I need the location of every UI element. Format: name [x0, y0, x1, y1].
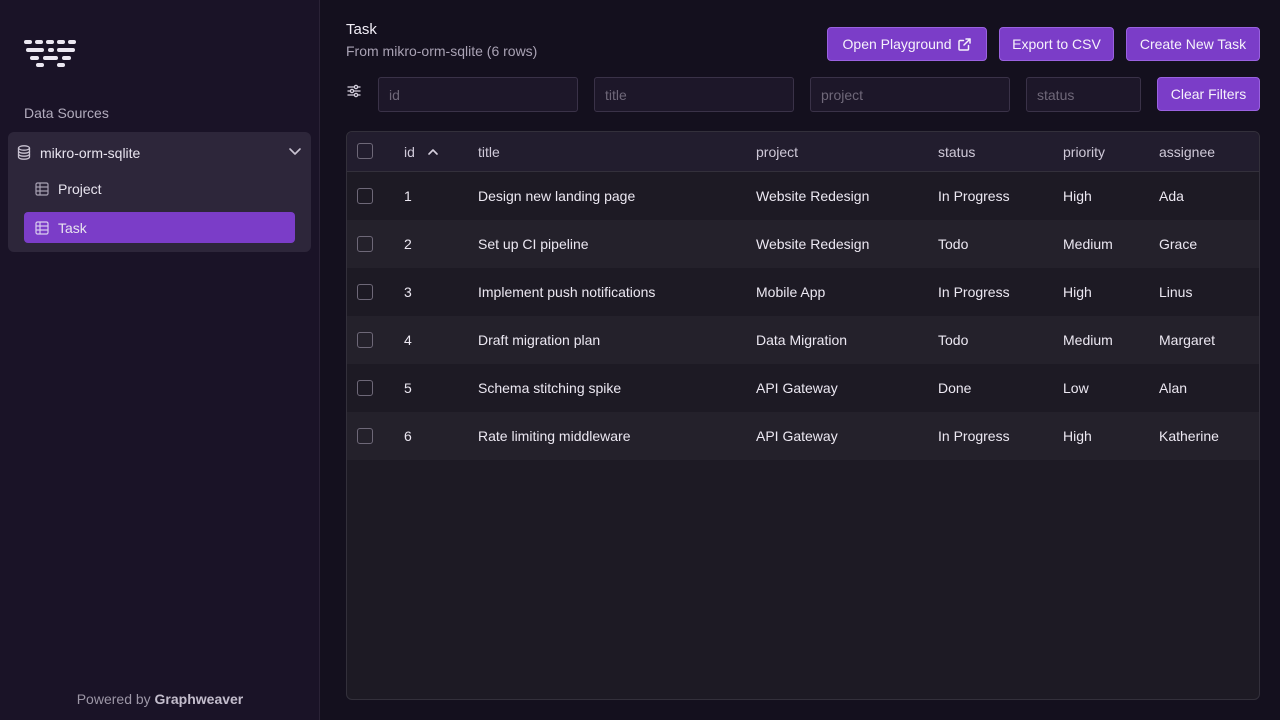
- cell-priority: High: [1063, 284, 1092, 300]
- cell-id: 4: [404, 332, 412, 348]
- filter-settings-icon[interactable]: [347, 84, 361, 98]
- external-link-icon: [958, 37, 972, 51]
- row-checkbox[interactable]: [357, 428, 373, 444]
- cell-status: In Progress: [938, 188, 1010, 204]
- cell-priority: High: [1063, 188, 1092, 204]
- cell-priority: High: [1063, 428, 1092, 444]
- column-header-priority[interactable]: priority: [1063, 144, 1105, 160]
- cell-assignee: Grace: [1159, 236, 1198, 252]
- cell-priority: Low: [1063, 380, 1089, 396]
- sidebar-item-label: Task: [58, 220, 87, 236]
- cell-id: 5: [404, 380, 412, 396]
- sidebar-item-project[interactable]: Project: [24, 173, 295, 204]
- graphweaver-logo[interactable]: [24, 38, 78, 68]
- sidebar-item-task[interactable]: Task: [24, 212, 295, 243]
- cell-assignee: Alan: [1159, 380, 1188, 396]
- export-csv-button[interactable]: Export to CSV: [999, 27, 1114, 61]
- cell-status: In Progress: [938, 284, 1010, 300]
- cell-title: Rate limiting middleware: [478, 428, 631, 444]
- table-row[interactable]: 5 Schema stitching spike API Gateway Don…: [347, 364, 1259, 412]
- cell-priority: Medium: [1063, 236, 1113, 252]
- cell-project: Website Redesign: [756, 236, 870, 252]
- row-checkbox[interactable]: [357, 188, 373, 204]
- table-header: id title project status priority assigne…: [347, 132, 1259, 172]
- open-playground-button[interactable]: Open Playground: [827, 27, 987, 61]
- filter-project-input[interactable]: [810, 77, 1010, 112]
- sort-ascending-icon[interactable]: [427, 146, 439, 158]
- database-icon: [17, 145, 31, 160]
- page-title: Task: [346, 21, 377, 38]
- cell-project: Website Redesign: [756, 188, 870, 204]
- sidebar: Data Sources mikro-orm-sqlite Project Ta…: [0, 0, 320, 720]
- cell-project: API Gateway: [756, 380, 838, 396]
- filter-id-input[interactable]: [378, 77, 578, 112]
- cell-title: Design new landing page: [478, 188, 636, 204]
- footer-prefix: Powered by: [76, 691, 151, 707]
- main-content: Task From mikro-orm-sqlite (6 rows) Open…: [320, 0, 1280, 720]
- data-source-name: mikro-orm-sqlite: [40, 145, 141, 161]
- cell-project: Mobile App: [756, 284, 826, 300]
- chevron-down-icon[interactable]: [288, 147, 302, 157]
- row-checkbox[interactable]: [357, 284, 373, 300]
- cell-title: Set up CI pipeline: [478, 236, 589, 252]
- table-icon: [35, 221, 49, 235]
- column-header-assignee[interactable]: assignee: [1159, 144, 1215, 160]
- data-source-panel: mikro-orm-sqlite Project Task: [8, 132, 311, 252]
- column-header-project[interactable]: project: [756, 144, 798, 160]
- cell-status: Todo: [938, 236, 969, 252]
- open-playground-label: Open Playground: [842, 36, 952, 52]
- cell-assignee: Linus: [1159, 284, 1193, 300]
- cell-status: In Progress: [938, 428, 1010, 444]
- data-table: id title project status priority assigne…: [346, 131, 1260, 700]
- table-row[interactable]: 1 Design new landing page Website Redesi…: [347, 172, 1259, 220]
- cell-assignee: Katherine: [1159, 428, 1219, 444]
- powered-by-footer: Powered by Graphweaver: [0, 691, 320, 707]
- cell-id: 1: [404, 188, 412, 204]
- cell-title: Schema stitching spike: [478, 380, 622, 396]
- data-source-toggle[interactable]: mikro-orm-sqlite: [8, 132, 311, 172]
- column-header-status[interactable]: status: [938, 144, 975, 160]
- table-row[interactable]: 3 Implement push notifications Mobile Ap…: [347, 268, 1259, 316]
- table-row[interactable]: 2 Set up CI pipeline Website Redesign To…: [347, 220, 1259, 268]
- create-new-task-button[interactable]: Create New Task: [1126, 27, 1260, 61]
- clear-filters-button[interactable]: Clear Filters: [1157, 77, 1260, 111]
- footer-brand-link[interactable]: Graphweaver: [155, 691, 244, 707]
- cell-assignee: Margaret: [1159, 332, 1216, 348]
- sidebar-item-label: Project: [58, 181, 102, 197]
- cell-id: 3: [404, 284, 412, 300]
- app-window: Data Sources mikro-orm-sqlite Project Ta…: [0, 0, 1280, 720]
- cell-id: 6: [404, 428, 412, 444]
- data-sources-heading: Data Sources: [24, 105, 109, 121]
- filter-status-input[interactable]: [1026, 77, 1141, 112]
- row-checkbox[interactable]: [357, 380, 373, 396]
- filter-title-input[interactable]: [594, 77, 794, 112]
- table-icon: [35, 182, 49, 196]
- row-checkbox[interactable]: [357, 236, 373, 252]
- cell-assignee: Ada: [1159, 188, 1184, 204]
- cell-priority: Medium: [1063, 332, 1113, 348]
- cell-status: Done: [938, 380, 972, 396]
- column-header-id[interactable]: id: [404, 144, 415, 160]
- select-all-checkbox[interactable]: [357, 143, 373, 159]
- row-checkbox[interactable]: [357, 332, 373, 348]
- page-subtitle: From mikro-orm-sqlite (6 rows): [346, 43, 538, 59]
- table-row[interactable]: 4 Draft migration plan Data Migration To…: [347, 316, 1259, 364]
- table-row[interactable]: 6 Rate limiting middleware API Gateway I…: [347, 412, 1259, 460]
- cell-project: API Gateway: [756, 428, 838, 444]
- cell-project: Data Migration: [756, 332, 848, 348]
- cell-status: Todo: [938, 332, 969, 348]
- cell-id: 2: [404, 236, 412, 252]
- column-header-title[interactable]: title: [478, 144, 500, 160]
- cell-title: Implement push notifications: [478, 284, 656, 300]
- cell-title: Draft migration plan: [478, 332, 601, 348]
